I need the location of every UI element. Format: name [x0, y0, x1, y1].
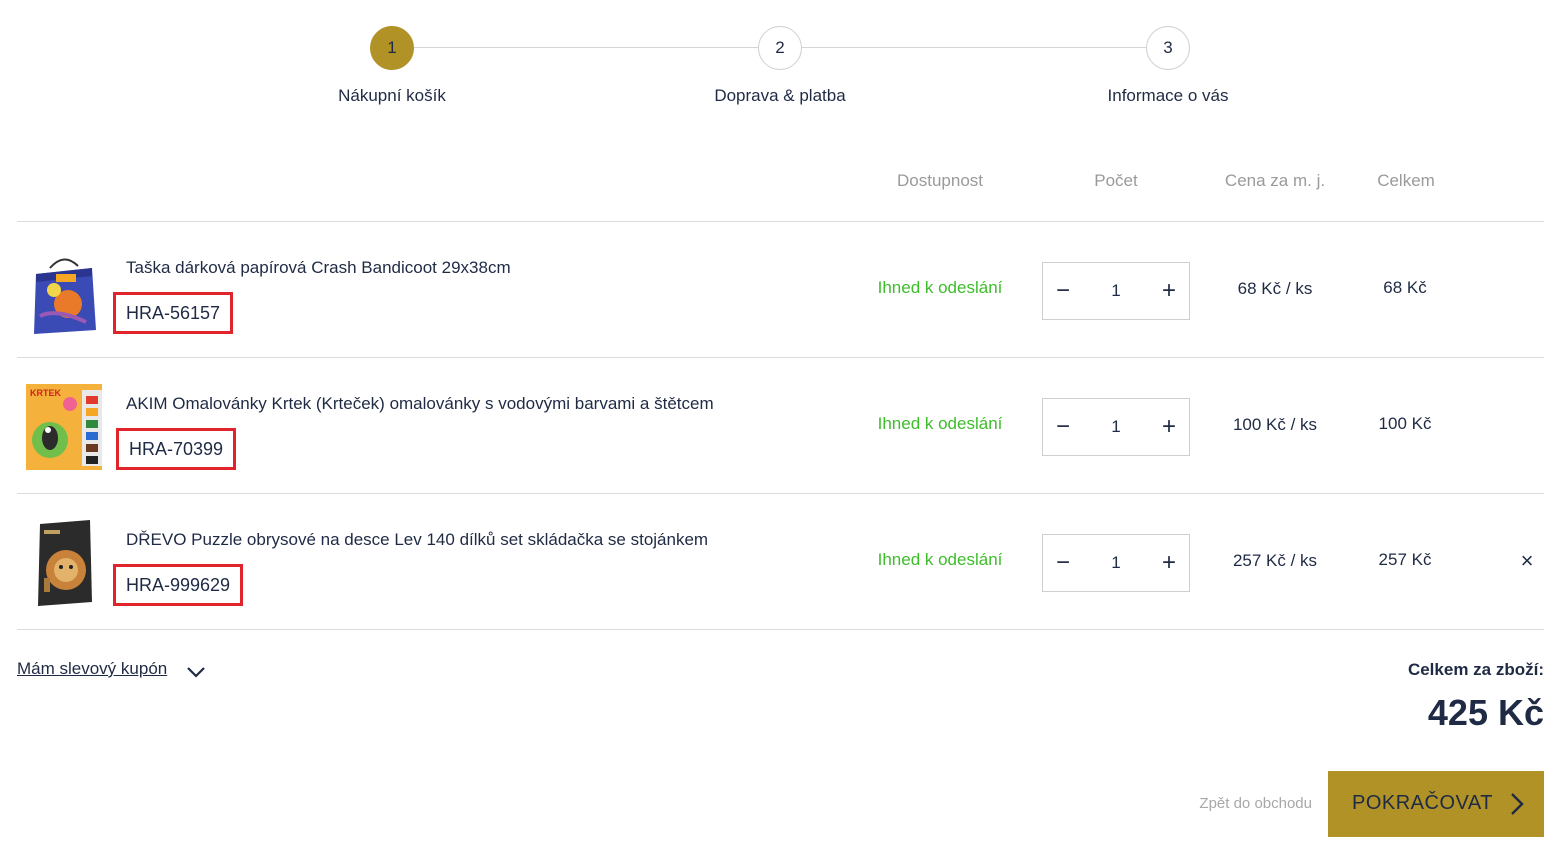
quantity-input[interactable]: [1083, 535, 1149, 591]
chevron-right-icon: [1511, 793, 1524, 815]
unit-price: 100 Kč / ks: [1232, 415, 1318, 434]
step-3-indicator[interactable]: 3: [1146, 26, 1190, 70]
cart-row: DŘEVO Puzzle obrysové na desce Lev 140 d…: [0, 494, 1560, 630]
puzzle-box-thumbnail[interactable]: [26, 518, 102, 606]
checkout-stepper: 1 2 3 Nákupní košík Doprava & platba Inf…: [0, 24, 1560, 114]
continue-button-label: POKRAČOVAT: [1352, 792, 1493, 814]
quantity-stepper: − +: [1042, 262, 1190, 320]
quantity-input[interactable]: [1083, 263, 1149, 319]
step-1-indicator[interactable]: 1: [370, 26, 414, 70]
table-divider: [17, 629, 1544, 630]
continue-button[interactable]: POKRAČOVAT: [1328, 771, 1544, 837]
cart-total-value: 425 Kč: [1427, 692, 1544, 733]
availability-status: Ihned k odeslání: [877, 278, 1003, 297]
step-3-label: Informace o vás: [1107, 86, 1229, 105]
column-header-unit-price: Cena za m. j.: [1224, 171, 1326, 190]
column-header-quantity: Počet: [1094, 171, 1138, 190]
increase-quantity-button[interactable]: +: [1149, 399, 1189, 455]
availability-status: Ihned k odeslání: [877, 550, 1003, 569]
cart-row: KRTEK AKIM Omalovánky Krtek (Krteček) om…: [0, 358, 1560, 494]
cart-row: Taška dárková papírová Crash Bandicoot 2…: [0, 222, 1560, 358]
decrease-quantity-button[interactable]: −: [1043, 535, 1083, 591]
quantity-stepper: − +: [1042, 534, 1190, 592]
coloring-book-thumbnail[interactable]: KRTEK: [26, 382, 102, 470]
back-to-shop-link[interactable]: Zpět do obchodu: [1199, 795, 1312, 812]
thumbnail-title: KRTEK: [30, 388, 61, 398]
step-connector: [414, 47, 758, 48]
product-name[interactable]: Taška dárková papírová Crash Bandicoot 2…: [126, 258, 511, 278]
step-2-label: Doprava & platba: [714, 86, 846, 105]
quantity-stepper: − +: [1042, 398, 1190, 456]
row-total: 68 Kč: [1383, 278, 1427, 297]
product-code: HRA-70399: [116, 428, 237, 470]
decrease-quantity-button[interactable]: −: [1043, 263, 1083, 319]
column-header-total: Celkem: [1377, 171, 1435, 190]
increase-quantity-button[interactable]: +: [1149, 263, 1189, 319]
increase-quantity-button[interactable]: +: [1149, 535, 1189, 591]
unit-price: 68 Kč / ks: [1237, 279, 1313, 298]
remove-item-close-icon[interactable]: ×: [1514, 548, 1540, 574]
cart-total-label: Celkem za zboží:: [1407, 660, 1544, 679]
row-total: 257 Kč: [1378, 550, 1432, 569]
product-name[interactable]: DŘEVO Puzzle obrysové na desce Lev 140 d…: [126, 530, 708, 550]
quantity-input[interactable]: [1083, 399, 1149, 455]
gift-bag-thumbnail[interactable]: [26, 246, 102, 334]
chevron-down-icon[interactable]: [186, 664, 206, 680]
step-2-indicator[interactable]: 2: [758, 26, 802, 70]
product-code: HRA-56157: [113, 292, 234, 334]
decrease-quantity-button[interactable]: −: [1043, 399, 1083, 455]
availability-status: Ihned k odeslání: [877, 414, 1003, 433]
product-code: HRA-999629: [113, 564, 244, 606]
step-1-label: Nákupní košík: [338, 86, 446, 105]
unit-price: 257 Kč / ks: [1232, 551, 1318, 570]
product-name[interactable]: AKIM Omalovánky Krtek (Krteček) omalován…: [126, 394, 714, 414]
coupon-toggle-link[interactable]: Mám slevový kupón: [17, 659, 167, 679]
column-header-availability: Dostupnost: [897, 171, 983, 190]
step-connector: [802, 47, 1146, 48]
row-total: 100 Kč: [1378, 414, 1432, 433]
